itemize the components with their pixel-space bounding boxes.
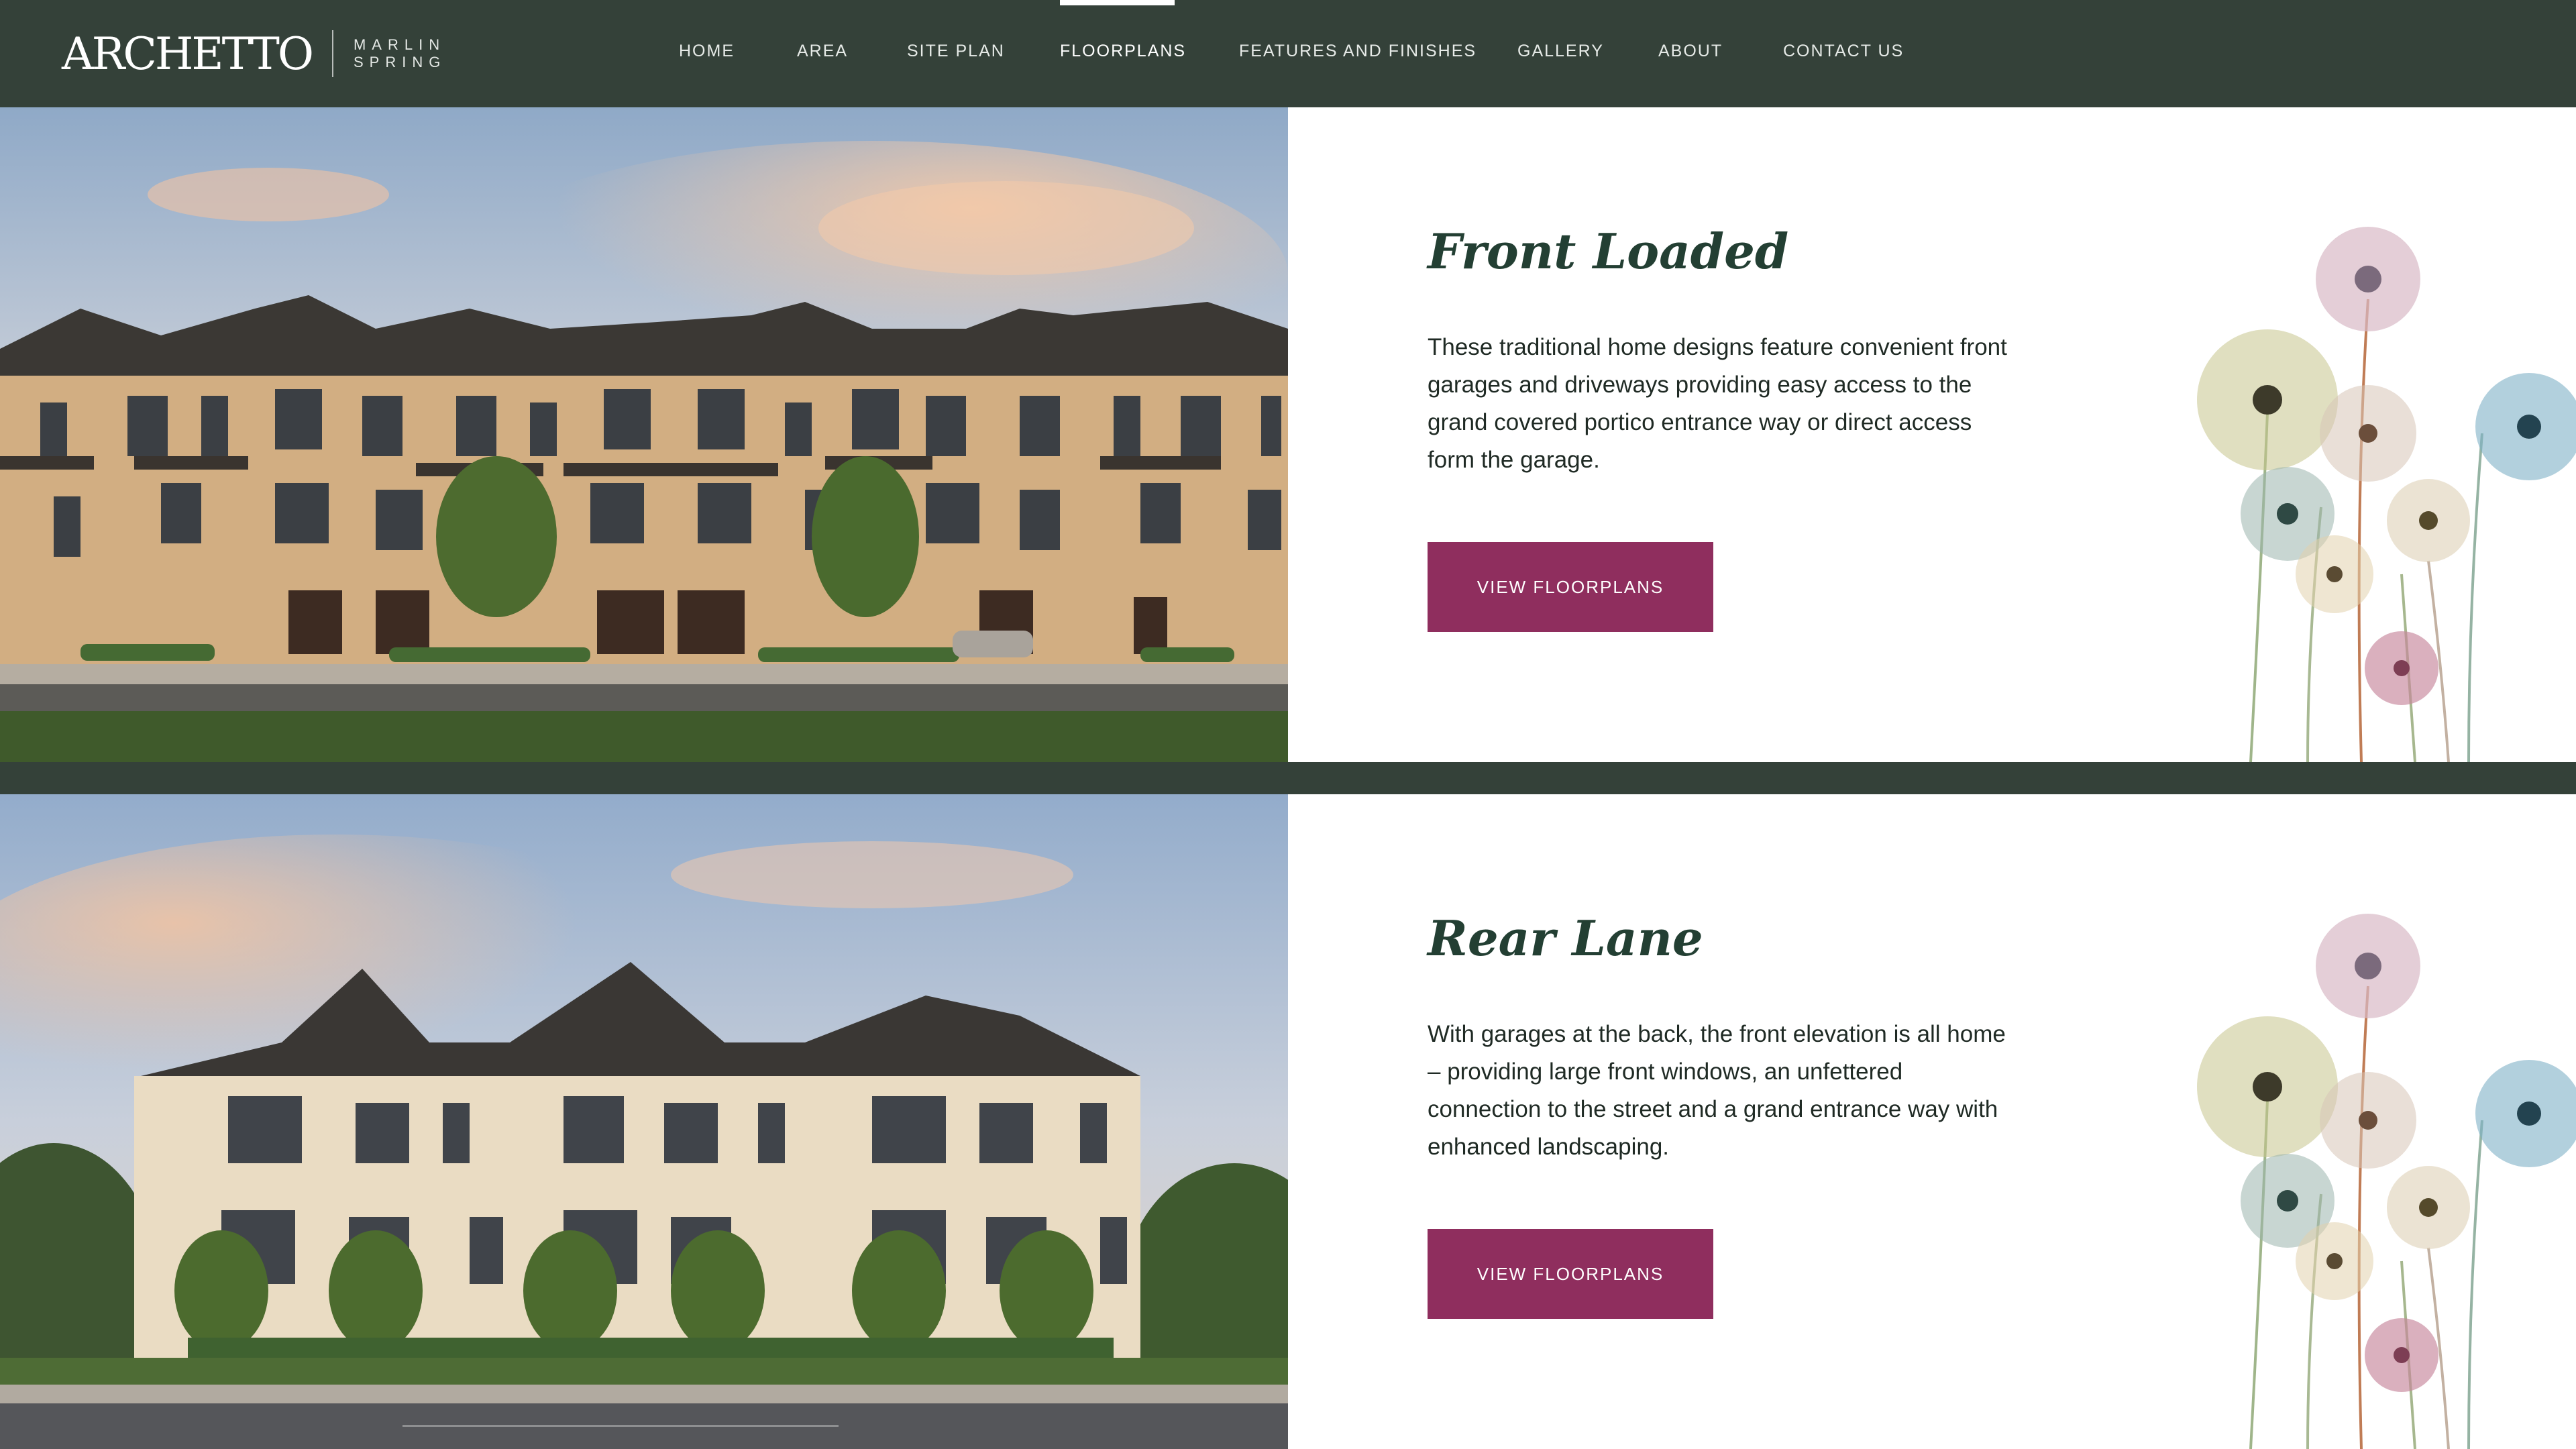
rear-lane-rendering bbox=[0, 794, 1288, 1449]
nav-active-indicator bbox=[1060, 0, 1175, 5]
rear-lane-view-floorplans-button[interactable]: VIEW FLOORPLANS bbox=[1428, 1229, 1713, 1319]
front-loaded-content: Front Loaded These traditional home desi… bbox=[1428, 221, 2031, 502]
rear-lane-section: Rear Lane With garages at the back, the … bbox=[0, 794, 2576, 1449]
section-divider bbox=[0, 762, 2576, 794]
nav-item-about[interactable]: ABOUT bbox=[1658, 42, 1723, 61]
nav-item-floorplans[interactable]: FLOORPLANS bbox=[1060, 42, 1186, 61]
nav-item-site-plan[interactable]: SITE PLAN bbox=[907, 42, 1005, 61]
rear-lane-description: With garages at the back, the front elev… bbox=[1428, 1021, 2006, 1160]
nav-item-area[interactable]: AREA bbox=[797, 42, 848, 61]
front-loaded-description: These traditional home designs feature c… bbox=[1428, 334, 2007, 473]
nav-item-home[interactable]: HOME bbox=[679, 42, 735, 61]
front-loaded-title: Front Loaded bbox=[1428, 223, 1789, 280]
nav-item-gallery[interactable]: GALLERY bbox=[1517, 42, 1604, 61]
front-loaded-section: Front Loaded These traditional home desi… bbox=[0, 107, 2576, 762]
nav-item-features-and-finishes[interactable]: FEATURES AND FINISHES bbox=[1239, 42, 1477, 61]
site-header: ARCHETTO MARLIN SPRING HOME AREA SITE PL… bbox=[0, 0, 2576, 107]
rear-lane-content: Rear Lane With garages at the back, the … bbox=[1428, 908, 2031, 1189]
rear-lane-title: Rear Lane bbox=[1428, 910, 1703, 967]
main-nav: HOME AREA SITE PLAN FLOORPLANS FEATURES … bbox=[0, 0, 2576, 107]
watercolor-flowers-decoration bbox=[2197, 914, 2576, 1449]
front-loaded-rendering bbox=[0, 107, 1288, 762]
front-loaded-view-floorplans-button[interactable]: VIEW FLOORPLANS bbox=[1428, 542, 1713, 632]
nav-item-contact-us[interactable]: CONTACT US bbox=[1783, 42, 1904, 61]
watercolor-flowers-decoration bbox=[2197, 227, 2576, 762]
